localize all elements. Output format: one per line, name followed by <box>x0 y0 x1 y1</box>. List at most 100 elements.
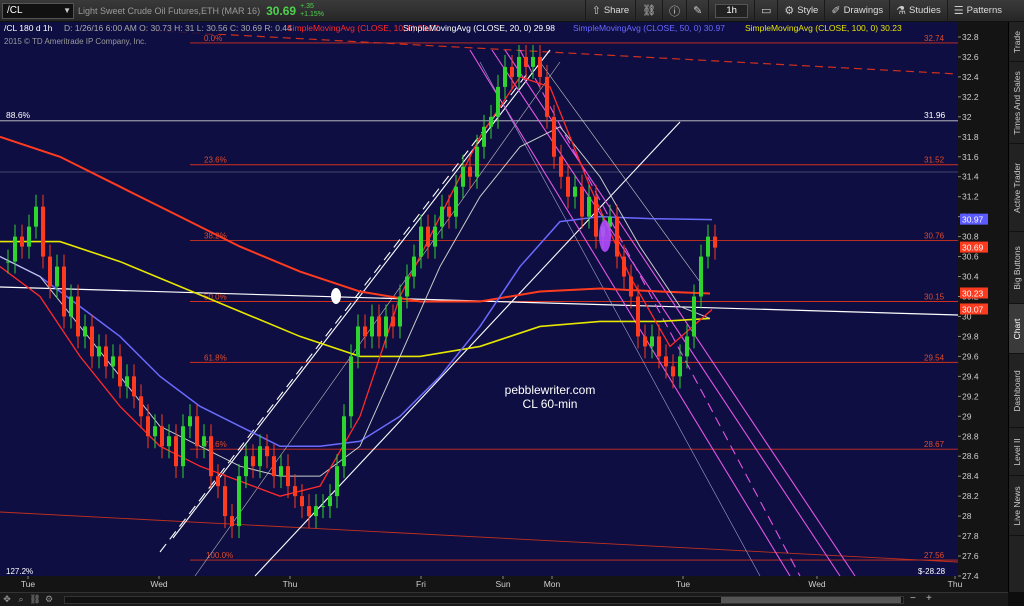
x-tick-label: Wed <box>808 579 826 589</box>
price-tag-label: 30.97 <box>962 215 984 225</box>
style-button[interactable]: ⚙ Style <box>777 0 824 22</box>
sidebar-tab-times-and-sales[interactable]: Times And Sales <box>1009 62 1024 144</box>
y-tick-label: 30.6 <box>962 252 979 262</box>
price-chart[interactable]: 27.4 27.6 27.8 28 28.2 28.4 28.6 28.8 29 29.2 29.4… <box>0 22 1008 592</box>
candle-body <box>195 416 199 447</box>
sidebar-tab-label: Live News <box>1012 485 1022 526</box>
sidebar-tab-label: Dashboard <box>1012 369 1022 412</box>
candle-body <box>209 436 213 477</box>
share-label: Share <box>603 5 630 16</box>
sidebar-tab-trade[interactable]: Trade <box>1009 22 1024 62</box>
patterns-icon: ☰ <box>953 5 964 17</box>
x-tick-label: Thu <box>283 579 298 589</box>
zoom-in-button[interactable]: + <box>926 593 932 604</box>
candle-body <box>398 296 402 327</box>
y-tick-label: 32.4 <box>962 72 979 82</box>
ohlc-readout: D: 1/26/16 6:00 AM O: 30.73 H: 31 L: 30.… <box>64 23 292 33</box>
y-tick-label: 28.8 <box>962 431 979 441</box>
candle-body <box>321 506 325 508</box>
y-tick-label: 30.4 <box>962 272 979 282</box>
share-button[interactable]: ⇧ Share <box>584 0 636 22</box>
style-icon: ⚙ <box>784 5 795 17</box>
candle-body <box>244 456 248 477</box>
link-button[interactable]: ⛓ <box>635 0 662 22</box>
candle-body <box>335 466 339 497</box>
candle-body <box>293 486 297 497</box>
zoom-out-button[interactable]: − <box>910 593 916 604</box>
candle-body <box>433 226 437 247</box>
y-tick-label: 32.6 <box>962 52 979 62</box>
zoom-icon[interactable]: ⌕ <box>14 594 28 605</box>
pin-button[interactable]: ✎ <box>686 0 708 22</box>
candle-body <box>566 176 570 197</box>
time-scrollbar[interactable] <box>64 596 904 604</box>
price-tag-label: 30.23 <box>962 289 984 299</box>
price-tag-label: 30.07 <box>962 304 984 314</box>
sidebar-tab-dashboard[interactable]: Dashboard <box>1009 354 1024 428</box>
drawings-button[interactable]: ✐ Drawings <box>824 0 889 22</box>
candle-body <box>223 486 227 517</box>
sidebar-tab-level-ii[interactable]: Level II <box>1009 428 1024 476</box>
y-tick-label: 28.4 <box>962 471 979 481</box>
y-tick-label: 29.6 <box>962 351 979 361</box>
sidebar-tab-active-trader[interactable]: Active Trader <box>1009 144 1024 232</box>
link-icon[interactable]: ⛓ <box>28 594 42 605</box>
chevron-down-icon[interactable]: ▼ <box>63 4 71 18</box>
candle-body <box>139 396 143 417</box>
sidebar-tab-label: Times And Sales <box>1012 70 1022 135</box>
settings-icon[interactable]: ⚙ <box>42 594 56 605</box>
y-tick-label: 31.2 <box>962 192 979 202</box>
y-tick-label: 29 <box>962 411 972 421</box>
candle-body <box>328 496 332 507</box>
sidebar-tab-big-buttons[interactable]: Big Buttons <box>1009 232 1024 304</box>
timeframe-selector[interactable]: 1h <box>708 0 754 22</box>
candle-body <box>503 66 507 87</box>
symbol-value: /CL <box>7 4 23 16</box>
candle-body <box>699 256 703 297</box>
candle-body <box>174 436 178 467</box>
right-sidebar: Trade Times And Sales Active Trader Big But… <box>1008 22 1024 592</box>
study-label: SimpleMovingAvg (CLOSE, 20, 0) 29.98 <box>403 23 555 33</box>
candle-body <box>650 336 654 347</box>
sidebar-tab-label: Trade <box>1012 30 1022 53</box>
info-icon: ⓘ <box>669 5 681 18</box>
candle-body <box>377 316 381 337</box>
candle-body <box>412 256 416 277</box>
candle-body <box>482 126 486 147</box>
candle-body <box>573 186 577 197</box>
candle-body <box>657 336 661 357</box>
x-tick-label: Tue <box>676 579 691 589</box>
sidebar-tab-label: Chart <box>1012 318 1022 339</box>
window-button[interactable]: ▭ <box>753 0 777 22</box>
candle-body <box>125 376 129 387</box>
candle-body <box>440 206 444 227</box>
candle-body <box>587 196 591 217</box>
patterns-button[interactable]: ☰ Patterns <box>946 0 1008 22</box>
candle-body <box>230 516 234 527</box>
candle-body <box>48 256 52 287</box>
candle-body <box>118 356 122 387</box>
sidebar-tab-live-news[interactable]: Live News <box>1009 476 1024 536</box>
symbol-input[interactable]: /CL ▼ <box>2 2 74 19</box>
candle-body <box>419 226 423 257</box>
studies-button[interactable]: ⚗ Studies <box>889 0 947 22</box>
info-button[interactable]: ⓘ <box>662 0 686 22</box>
candle-body <box>496 86 500 117</box>
sidebar-tab-chart[interactable]: Chart <box>1009 304 1024 354</box>
candle-body <box>342 416 346 467</box>
candle-body <box>538 56 542 77</box>
share-icon: ⇧ <box>591 5 601 17</box>
candle-body <box>314 506 318 517</box>
bottom-bar: ✥ ⌕ ⛓ ⚙ − + <box>0 592 1008 606</box>
candle-body <box>594 196 598 237</box>
y-tick-label: 31.6 <box>962 152 979 162</box>
scrollbar-thumb[interactable] <box>721 597 901 603</box>
candle-body <box>384 316 388 337</box>
y-tick-label: 28.2 <box>962 491 979 501</box>
sidebar-tab-label: Active Trader <box>1012 162 1022 213</box>
candle-body <box>76 296 80 337</box>
pan-icon[interactable]: ✥ <box>0 594 14 605</box>
annotation-site: pebblewriter.com <box>505 383 596 397</box>
candle-body <box>636 296 640 337</box>
fib-value-label: 27.56 <box>924 551 945 560</box>
